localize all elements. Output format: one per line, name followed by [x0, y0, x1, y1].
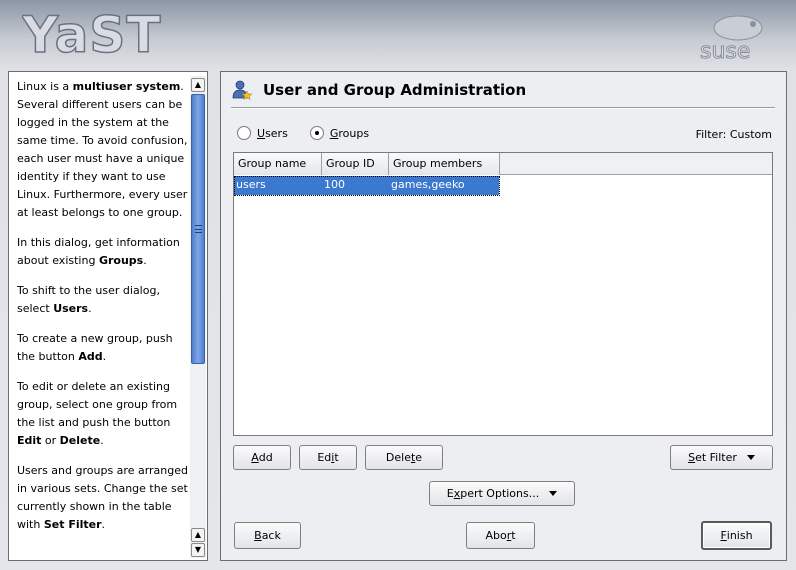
help-text: Linux is a multiuser system. Several dif… — [17, 78, 192, 556]
finish-button[interactable]: Finish — [701, 521, 772, 550]
column-header-group-members[interactable]: Group members — [389, 153, 500, 175]
title-separator — [231, 107, 775, 109]
table-row[interactable]: users 100 games,geeko — [234, 176, 772, 195]
edit-button[interactable]: Ed i t — [299, 445, 357, 470]
expert-options-button[interactable]: Ex pert Options... — [429, 481, 575, 506]
help-paragraph: To edit or delete an existing group, sel… — [17, 380, 178, 447]
filter-label: Filter: Custom — [695, 128, 772, 141]
groups-table[interactable]: Group name Group ID Group members users … — [233, 152, 773, 436]
help-paragraph: Users and groups are arranged in various… — [17, 464, 188, 531]
groups-radio-label: Groups — [329, 126, 370, 140]
help-paragraph: Linux is a multiuser system. Several dif… — [17, 80, 188, 219]
main-panel: User and Group Administration Users Grou… — [220, 71, 787, 561]
radio-users[interactable]: Users — [237, 126, 288, 140]
header-bar: YaST suse — [0, 0, 796, 70]
title-row: User and Group Administration — [231, 78, 526, 102]
page-title: User and Group Administration — [263, 81, 527, 99]
svg-text:suse: suse — [700, 39, 750, 62]
help-paragraph: To shift to the user dialog, select User… — [17, 284, 160, 315]
scroll-down-button[interactable]: ▼ — [191, 543, 205, 557]
table-header: Group name Group ID Group members — [234, 153, 772, 175]
add-button[interactable]: Add — [233, 445, 291, 470]
column-header-group-name[interactable]: Group name — [234, 153, 322, 175]
set-filter-button[interactable]: Set Filter — [670, 445, 773, 470]
scroll-thumb[interactable] — [191, 94, 205, 364]
radio-groups[interactable]: Groups — [309, 126, 370, 140]
scroll-up-button-bottom[interactable]: ▲ — [191, 528, 205, 542]
cell-group-members: games,geeko — [389, 176, 500, 195]
users-groups-icon — [232, 80, 253, 101]
view-radio-group: Users Groups — [237, 126, 391, 140]
groups-radio-button[interactable] — [309, 126, 324, 140]
abort-button[interactable]: Abo r t — [466, 522, 535, 549]
scroll-up-button[interactable]: ▲ — [191, 78, 205, 92]
svg-text:YaST: YaST — [22, 8, 161, 60]
help-scrollbar[interactable]: ▲ ▲ ▼ — [190, 76, 206, 558]
back-button[interactable]: Back — [234, 522, 301, 549]
chevron-down-icon — [746, 455, 755, 460]
yast-logo: YaST — [22, 8, 161, 60]
cell-group-name: users — [234, 176, 322, 195]
help-paragraph: In this dialog, get information about ex… — [17, 236, 180, 267]
help-paragraph: To create a new group, push the button A… — [17, 332, 173, 363]
cell-group-id: 100 — [322, 176, 389, 195]
chevron-down-icon — [549, 491, 558, 496]
users-radio-label: Users — [257, 126, 288, 140]
help-panel[interactable]: Linux is a multiuser system. Several dif… — [8, 71, 208, 561]
suse-logo: suse — [700, 15, 763, 62]
delete-button[interactable]: Dele t e — [365, 445, 443, 470]
users-radio-button[interactable] — [237, 126, 251, 140]
column-header-group-id[interactable]: Group ID — [322, 153, 389, 175]
